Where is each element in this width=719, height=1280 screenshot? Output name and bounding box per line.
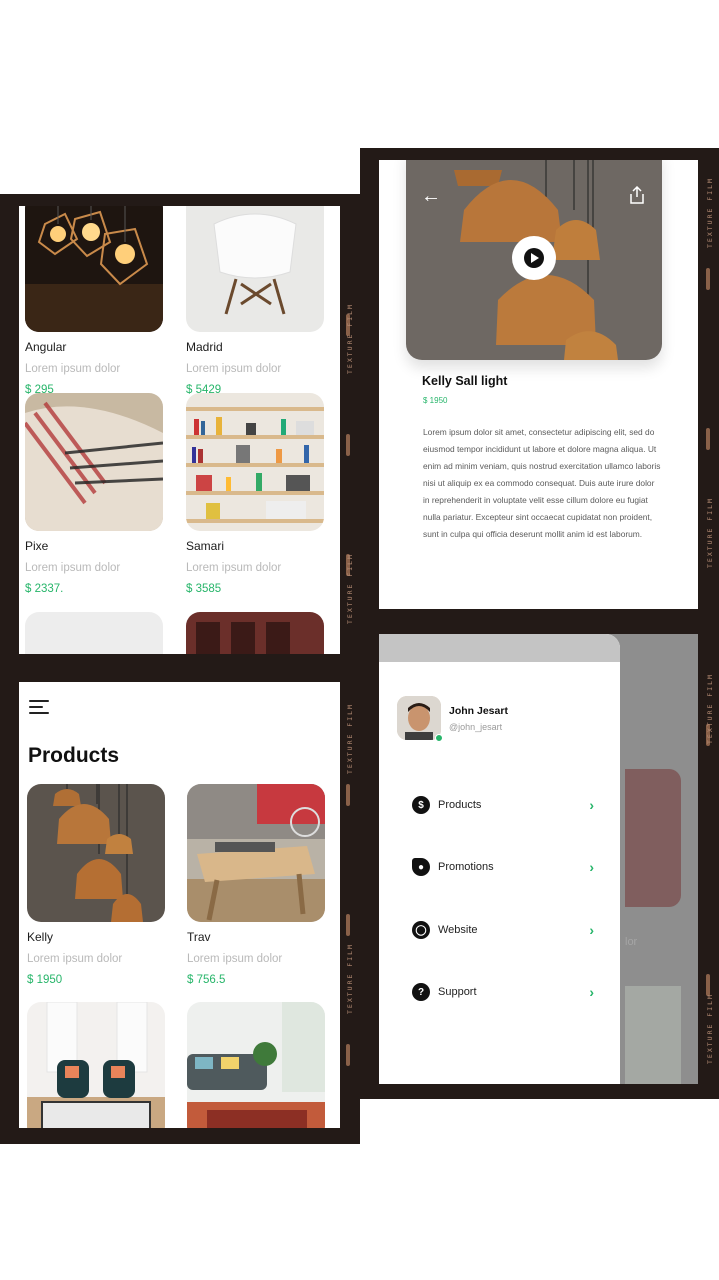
film-label: TEXTURE FILM — [346, 303, 354, 374]
share-button[interactable] — [629, 185, 645, 209]
product-name: Trav — [187, 930, 211, 944]
product-price: $ 1950 — [27, 974, 63, 986]
product-title: Kelly Sall light — [422, 374, 508, 388]
drawer-item-label: Website — [438, 924, 478, 936]
film-label: TEXTURE FILM — [346, 553, 354, 624]
product-price: $ 1950 — [423, 396, 448, 405]
product-card[interactable]: Madrid Lorem ipsum dolor $ 5429 — [186, 206, 324, 396]
drawer-item-label: Promotions — [438, 861, 494, 873]
user-handle: @john_jesart — [449, 722, 503, 732]
arrow-left-icon: ← — [421, 185, 441, 207]
drawer-item-promotions[interactable]: ● Promotions › — [412, 856, 594, 878]
product-desc: Lorem ipsum dolor — [187, 953, 283, 965]
globe-icon: ◯ — [412, 921, 430, 939]
product-name: Angular — [25, 340, 67, 354]
chevron-right-icon: › — [589, 859, 594, 875]
tag-icon: ● — [412, 858, 430, 876]
product-image — [25, 393, 163, 531]
product-image — [186, 206, 324, 332]
product-image — [186, 393, 324, 531]
film-label: TEXTURE FILM — [346, 703, 354, 774]
product-card[interactable]: Pixe Lorem ipsum dolor $ 2337. — [25, 393, 163, 595]
film-notch — [346, 1044, 350, 1066]
film-label: TEXTURE FILM — [706, 177, 714, 248]
product-desc: Lorem ipsum dolor — [186, 562, 282, 574]
product-desc: Lorem ipsum dolor — [25, 562, 121, 574]
avatar[interactable] — [397, 696, 441, 740]
back-button[interactable]: ← — [421, 186, 441, 206]
film-notch — [346, 434, 350, 456]
help-icon: ? — [412, 983, 430, 1001]
chevron-right-icon: › — [589, 984, 594, 1000]
product-image — [187, 1002, 325, 1128]
product-desc: Lorem ipsum dolor — [25, 363, 121, 375]
film-notch — [706, 268, 710, 290]
drawer-item-label: Support — [438, 986, 477, 998]
product-name: Madrid — [186, 340, 223, 354]
product-image — [187, 784, 325, 922]
play-icon — [524, 248, 544, 268]
product-price: $ 3585 — [186, 583, 222, 595]
film-notch — [346, 914, 350, 936]
film-label: TEXTURE FILM — [706, 497, 714, 568]
film-frame-top-left: Angular Lorem ipsum dolor $ 295 Madrid L… — [0, 194, 360, 664]
product-description: Lorem ipsum dolor sit amet, consectetur … — [423, 427, 661, 539]
drawer-item-label: Products — [438, 799, 482, 811]
dollar-icon: $ — [412, 796, 430, 814]
product-card[interactable] — [187, 1002, 325, 1128]
screen-products-scrolled: Angular Lorem ipsum dolor $ 295 Madrid L… — [19, 206, 340, 654]
product-card[interactable]: Trav Lorem ipsum dolor $ 756.5 — [187, 784, 325, 986]
film-label: TEXTURE FILM — [706, 993, 714, 1064]
product-name: Pixe — [25, 539, 49, 553]
film-frame-bottom-left: Products Kelly Lorem ipsum dolor $ 1950 … — [0, 664, 360, 1144]
product-image-partial — [186, 612, 324, 654]
product-name: Kelly — [27, 930, 54, 944]
online-indicator — [435, 734, 443, 742]
product-card[interactable] — [27, 1002, 165, 1128]
product-image — [27, 784, 165, 922]
drawer-item-products[interactable]: $ Products › — [412, 794, 594, 816]
film-label: TEXTURE FILM — [706, 673, 714, 744]
product-image — [25, 206, 163, 332]
play-button[interactable] — [512, 236, 556, 280]
film-frame-top-right: ← Kelly Sall light $ 1950 TEXTURE FILM T… — [360, 148, 719, 634]
product-desc: Lorem ipsum dolor — [27, 953, 123, 965]
product-name: Samari — [186, 539, 225, 553]
product-price: $ 2337. — [25, 583, 64, 595]
drawer-header-bar — [379, 634, 620, 662]
product-card[interactable]: Kelly Lorem ipsum dolor $ 1950 — [27, 784, 165, 986]
film-label: TEXTURE FILM — [346, 943, 354, 1014]
product-desc: Lorem ipsum dolor — [186, 363, 282, 375]
drawer-item-support[interactable]: ? Support › — [412, 981, 594, 1003]
product-card[interactable]: Samari Lorem ipsum dolor $ 3585 — [186, 393, 324, 595]
user-name: John Jesart — [449, 705, 508, 717]
chevron-right-icon: › — [589, 797, 594, 813]
chevron-right-icon: › — [589, 922, 594, 938]
film-notch — [706, 428, 710, 450]
film-notch — [346, 784, 350, 806]
share-icon — [630, 185, 644, 204]
product-image — [27, 1002, 165, 1128]
behind-image — [625, 769, 681, 907]
page-title: Products — [28, 744, 120, 767]
hamburger-icon[interactable] — [29, 700, 51, 718]
behind-text: lor — [625, 936, 638, 948]
drawer-item-website[interactable]: ◯ Website › — [412, 919, 594, 941]
screen-products: Products Kelly Lorem ipsum dolor $ 1950 … — [19, 682, 340, 1128]
product-card[interactable]: Angular Lorem ipsum dolor $ 295 — [25, 206, 163, 396]
behind-image — [625, 986, 681, 1084]
product-price: $ 756.5 — [187, 974, 226, 986]
product-image-partial — [25, 612, 163, 654]
